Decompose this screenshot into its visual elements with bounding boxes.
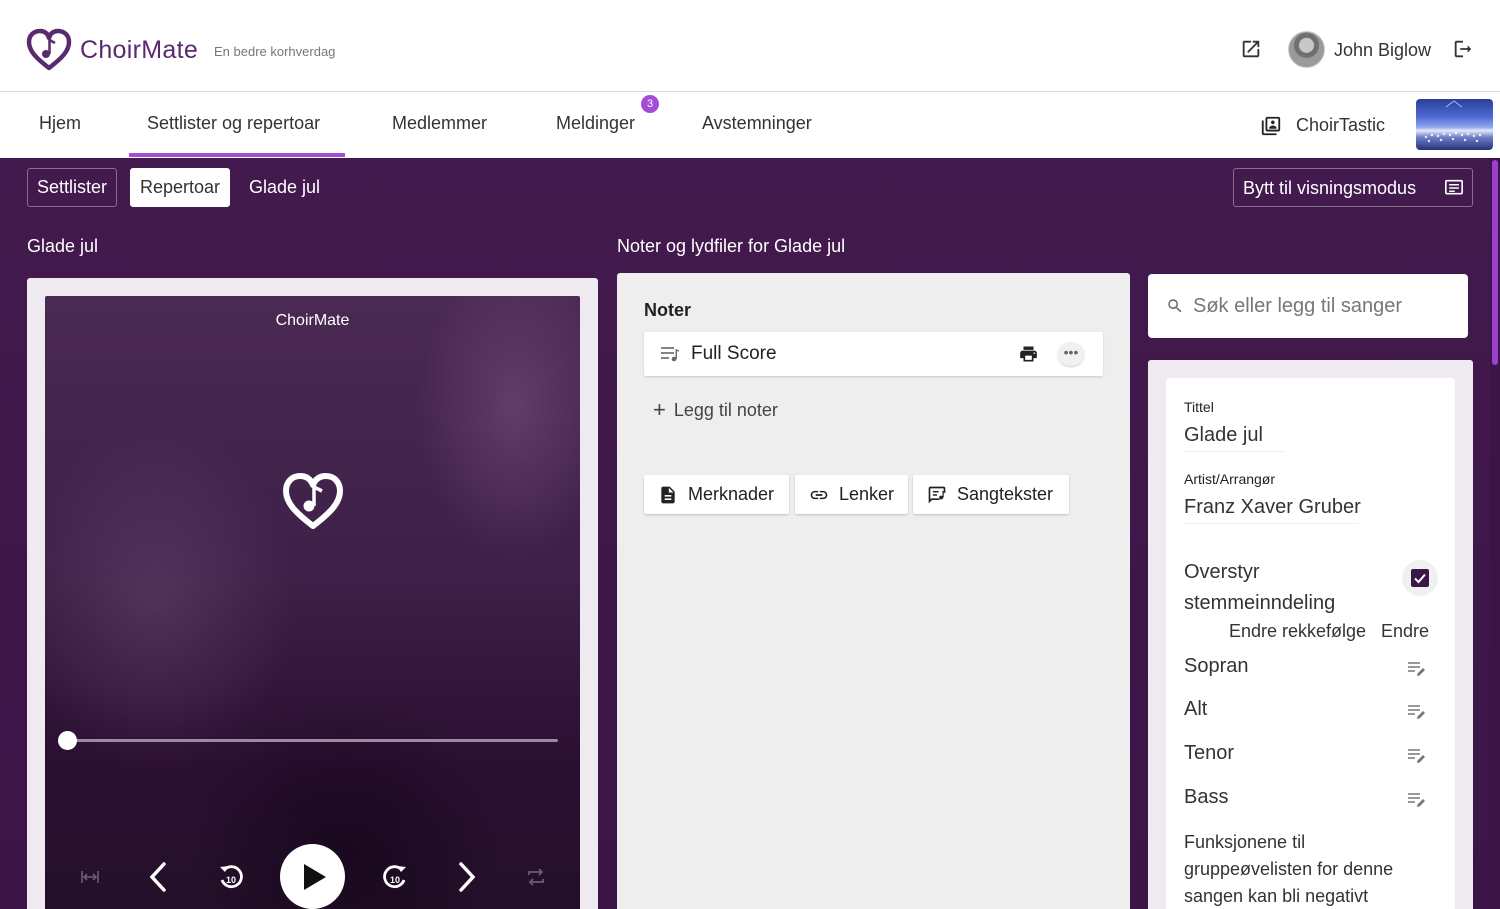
- link-icon: [810, 490, 828, 500]
- song-details-panel: Tittel Glade jul Artist/Arrangør Franz X…: [1148, 360, 1473, 909]
- links-label: Lenker: [839, 484, 895, 504]
- voice-label: Alt: [1184, 698, 1208, 720]
- voice-row-tenor[interactable]: Tenor: [1184, 742, 1438, 772]
- check-icon: [1414, 573, 1426, 584]
- tab-medlemmer[interactable]: Medlemmer: [392, 113, 487, 134]
- tab-avstemninger[interactable]: Avstemninger: [702, 113, 812, 134]
- active-tab-indicator: [129, 153, 345, 157]
- add-notes-button[interactable]: + Legg til noter: [653, 396, 778, 422]
- player-card: ChoirMate 10 10: [27, 278, 598, 909]
- voice-label: Sopran: [1184, 655, 1249, 677]
- main-content: Settlister Repertoar Glade jul Bytt til …: [0, 158, 1500, 909]
- edit-list-icon[interactable]: [1407, 703, 1427, 721]
- svg-text:10: 10: [390, 875, 400, 885]
- score-file-label[interactable]: Full Score: [691, 343, 777, 365]
- document-icon: [661, 486, 675, 504]
- user-name[interactable]: John Biglow: [1334, 40, 1431, 61]
- override-voices-label: Overstyr stemmeinndeling: [1184, 561, 1336, 614]
- voice-row-bass[interactable]: Bass: [1184, 786, 1438, 816]
- choir-library-icon[interactable]: [1260, 115, 1282, 137]
- view-mode-button[interactable]: Bytt til visningsmodus: [1233, 168, 1473, 207]
- edit-list-icon[interactable]: [1407, 747, 1427, 765]
- lyrics-button[interactable]: Sangtekster: [913, 475, 1069, 514]
- progress-knob[interactable]: [58, 731, 77, 750]
- artist-field-value[interactable]: Franz Xaver Gruber: [1184, 496, 1361, 519]
- more-options-icon[interactable]: •••: [1058, 342, 1084, 366]
- search-icon: [1168, 299, 1182, 313]
- notes-section-title: Noter og lydfiler for Glade jul: [617, 236, 846, 256]
- subnav-glade-jul[interactable]: Glade jul: [239, 168, 330, 207]
- rehearsal-list-note: Funksjonene til gruppeøvelisten for denn…: [1184, 832, 1394, 906]
- user-avatar[interactable]: [1288, 31, 1325, 68]
- logout-icon[interactable]: [1452, 38, 1474, 60]
- choirmate-logo-icon[interactable]: [26, 28, 72, 72]
- song-search-box[interactable]: [1148, 274, 1468, 338]
- lyrics-icon: [928, 486, 946, 504]
- ab-loop-icon[interactable]: [80, 868, 100, 886]
- title-field-value[interactable]: Glade jul: [1184, 424, 1263, 447]
- rewind-10-icon[interactable]: 10: [216, 861, 246, 893]
- audio-player: ChoirMate 10 10: [45, 296, 580, 909]
- choirmate-heart-icon: [283, 473, 343, 529]
- lyrics-label: Sangtekster: [957, 484, 1054, 504]
- choir-image[interactable]: [1416, 99, 1493, 150]
- page-scrollbar-thumb[interactable]: [1492, 160, 1498, 365]
- override-voices-checkbox[interactable]: [1402, 560, 1438, 596]
- edit-list-icon[interactable]: [1407, 791, 1427, 809]
- title-field-label: Tittel: [1184, 399, 1214, 415]
- subnav-settlister[interactable]: Settlister: [27, 168, 118, 207]
- play-button[interactable]: [280, 844, 345, 909]
- subnav-repertoar[interactable]: Repertoar: [130, 168, 231, 207]
- notes-heading: Noter: [644, 300, 692, 320]
- voice-row-alt[interactable]: Alt: [1184, 698, 1438, 728]
- open-external-icon[interactable]: [1240, 38, 1262, 60]
- app-name: ChoirMate: [80, 36, 199, 64]
- links-button[interactable]: Lenker: [795, 475, 908, 514]
- tab-meldinger[interactable]: Meldinger: [556, 113, 635, 134]
- main-nav: Hjem Settlister og repertoar Medlemmer M…: [0, 93, 1500, 158]
- choir-name[interactable]: ChoirTastic: [1296, 115, 1385, 136]
- top-header: ChoirMate En bedre korhverdag John Biglo…: [0, 0, 1500, 92]
- title-field-underline: [1184, 451, 1284, 452]
- messages-badge: 3: [641, 95, 659, 113]
- print-icon[interactable]: [1018, 344, 1039, 364]
- edit-list-icon[interactable]: [1407, 660, 1427, 678]
- plus-icon: +: [653, 397, 666, 422]
- score-file-row[interactable]: Full Score •••: [644, 332, 1103, 376]
- song-details-card: Tittel Glade jul Artist/Arrangør Franz X…: [1166, 378, 1455, 909]
- play-icon: [304, 864, 326, 890]
- presentation-icon: [1445, 179, 1463, 195]
- checkbox-checked: [1411, 569, 1429, 587]
- tab-hjem[interactable]: Hjem: [39, 113, 81, 134]
- tab-settlister-og-repertoar[interactable]: Settlister og repertoar: [147, 113, 320, 134]
- voice-label: Tenor: [1184, 742, 1235, 764]
- forward-10-icon[interactable]: 10: [380, 861, 410, 893]
- remarks-label: Merknader: [688, 484, 775, 504]
- next-icon[interactable]: [454, 861, 480, 893]
- artist-field-underline: [1184, 523, 1359, 524]
- reorder-voices-link[interactable]: Endre rekkefølge: [1229, 621, 1366, 642]
- repeat-icon[interactable]: [525, 867, 547, 887]
- remarks-button[interactable]: Merknader: [644, 475, 789, 514]
- player-title: ChoirMate: [275, 312, 350, 329]
- song-search-input[interactable]: [1193, 292, 1453, 320]
- app-tagline: En bedre korhverdag: [214, 44, 336, 59]
- voice-label: Bass: [1184, 786, 1229, 808]
- edit-voices-link[interactable]: Endre: [1381, 621, 1429, 642]
- notes-card: Noter Full Score ••• + Legg til noter Mer…: [617, 273, 1130, 909]
- add-notes-label: Legg til noter: [673, 400, 778, 420]
- previous-icon[interactable]: [145, 861, 171, 893]
- progress-track[interactable]: [67, 739, 558, 742]
- view-mode-label: Bytt til visningsmodus: [1243, 178, 1417, 198]
- svg-text:10: 10: [226, 875, 236, 885]
- artist-field-label: Artist/Arrangør: [1184, 471, 1276, 487]
- song-section-title: Glade jul: [27, 236, 99, 256]
- music-list-icon: [661, 347, 680, 362]
- voice-row-sopran[interactable]: Sopran: [1184, 655, 1438, 685]
